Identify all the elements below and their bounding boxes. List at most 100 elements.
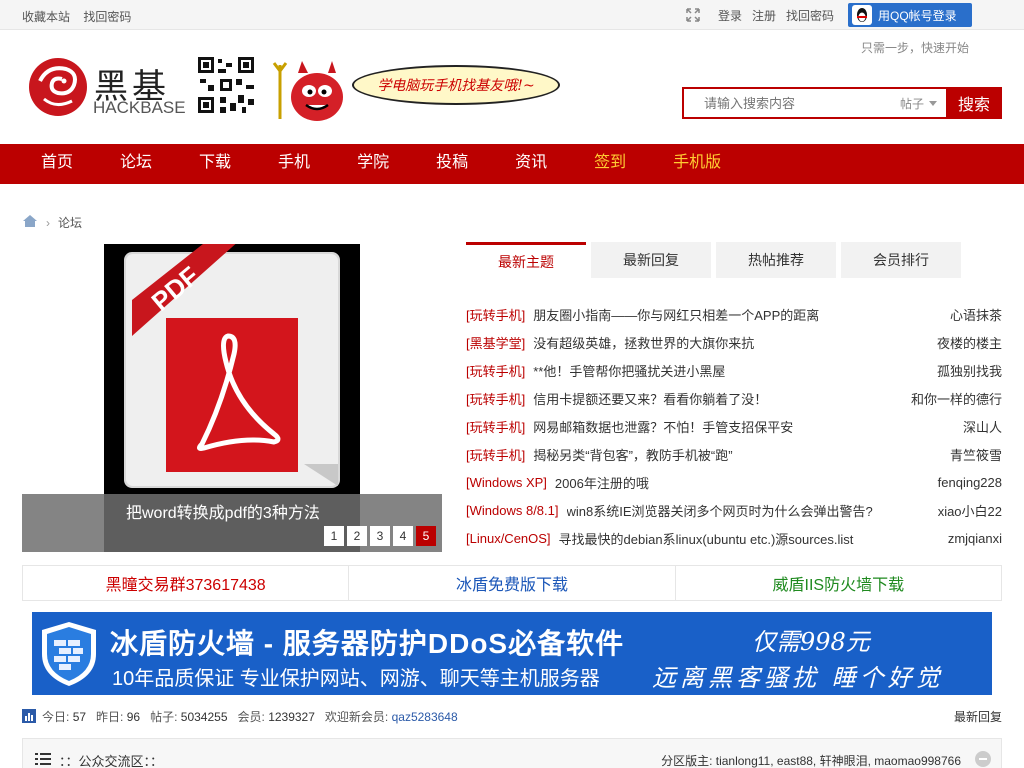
thread-title[interactable]: 网易邮箱数据也泄露？不怕！手管支招保平安 xyxy=(533,417,953,436)
thread-author[interactable]: fenqing228 xyxy=(938,475,1002,490)
slide-page-1[interactable]: 1 xyxy=(324,526,344,546)
nav-item-submit[interactable]: 投稿 xyxy=(420,144,484,184)
top-left-links: 收藏本站 找回密码 xyxy=(22,8,141,25)
qr-code-icon xyxy=(196,55,256,115)
section-title-wrap: ：：公众交流区：： xyxy=(35,751,163,768)
thread-category[interactable]: [Linux/CenOS] xyxy=(466,531,551,546)
nav-item-news[interactable]: 资讯 xyxy=(499,144,563,184)
thread-author[interactable]: 心语抹茶 xyxy=(950,305,1002,324)
stat-today: 今日: 57 xyxy=(42,708,86,725)
quick-start-hint: 只需一步，快速开始 xyxy=(860,41,969,55)
thread-author[interactable]: 夜楼的楼主 xyxy=(937,333,1002,352)
slide-caption-bar: 把word转换成pdf的3种方法 1 2 3 4 5 xyxy=(22,494,442,552)
thread-row: [玩转手机] **他！手管帮你把骚扰关进小黑屋 孤独别找我 xyxy=(466,356,1002,384)
banner-price: 仅需998元 xyxy=(752,628,870,656)
featured-slider[interactable]: PDF 把word转换成pdf的3种方法 1 2 3 4 5 xyxy=(22,244,442,552)
thread-title[interactable]: 揭秘另类“背包客”，教防手机被“跑” xyxy=(533,445,940,464)
slide-page-3[interactable]: 3 xyxy=(370,526,390,546)
bookmark-link[interactable]: 收藏本站 xyxy=(22,10,70,24)
fullscreen-icon[interactable] xyxy=(686,8,700,22)
tab-latest-replies[interactable]: 最新回复 xyxy=(591,242,711,278)
header: 黑基 HACKBASE 学电脑玩手机找基友哦!~ 只需一步，快速开始 请输入搜索… xyxy=(0,31,1024,144)
tab-hot-recommend[interactable]: 热帖推荐 xyxy=(716,242,836,278)
nav-item-forum[interactable]: 论坛 xyxy=(104,144,168,184)
thread-title[interactable]: 2006年注册的哦 xyxy=(555,473,928,492)
stat-posts-label: 帖子: xyxy=(150,709,178,724)
nav-item-home[interactable]: 首页 xyxy=(25,144,89,184)
latest-reply-link[interactable]: 最新回复 xyxy=(954,708,1002,725)
find-password-link[interactable]: 找回密码 xyxy=(786,7,834,24)
promo-link-icedun-download[interactable]: 冰盾免费版下载 xyxy=(349,566,676,600)
dragon-logo-icon xyxy=(29,58,87,116)
thread-title[interactable]: 没有超级英雄，拯救世界的大旗你来抗 xyxy=(533,333,927,352)
login-link[interactable]: 登录 xyxy=(718,7,742,24)
promo-link-trade-group[interactable]: 黑曈交易群373617438 xyxy=(23,566,350,600)
thread-title[interactable]: 信用卡提额还要又来？看看你躺着了没！ xyxy=(533,389,901,408)
thread-author[interactable]: 深山人 xyxy=(963,417,1002,436)
slide-page-4[interactable]: 4 xyxy=(393,526,413,546)
collapse-toggle-icon[interactable] xyxy=(975,751,991,767)
thread-tabs: 最新主题 最新回复 热帖推荐 会员排行 xyxy=(466,242,1002,280)
newest-member-link[interactable]: qaz5283648 xyxy=(392,710,458,724)
thread-category[interactable]: [Windows XP] xyxy=(466,475,547,490)
section-title[interactable]: ：：公众交流区：： xyxy=(59,751,163,768)
thread-category[interactable]: [玩转手机] xyxy=(466,389,525,408)
slide-page-2[interactable]: 2 xyxy=(347,526,367,546)
thread-row: [玩转手机] 网易邮箱数据也泄露？不怕！手管支招保平安 深山人 xyxy=(466,412,1002,440)
promo-link-label: 威盾IIS防火墙下载 xyxy=(772,577,905,594)
thread-author[interactable]: zmjqianxi xyxy=(948,531,1002,546)
search-type-label: 帖子 xyxy=(900,96,925,111)
promo-link-weidun-download[interactable]: 威盾IIS防火墙下载 xyxy=(676,566,1001,600)
nav-item-mobile[interactable]: 手机 xyxy=(262,144,326,184)
thread-row: [Windows 8/8.1] win8系统IE浏览器关闭多个网页时为什么会弹出警… xyxy=(466,496,1002,524)
slide-page-5[interactable]: 5 xyxy=(416,526,436,546)
tab-member-ranking[interactable]: 会员排行 xyxy=(841,242,961,278)
thread-category[interactable]: [玩转手机] xyxy=(466,361,525,380)
promo-link-label: 黑曈交易群373617438 xyxy=(105,577,266,594)
list-icon xyxy=(35,753,51,768)
search-button[interactable]: 搜索 xyxy=(946,87,1002,119)
logo-english-text: HACKBASE xyxy=(93,98,186,117)
nav-item-academy[interactable]: 学院 xyxy=(341,144,405,184)
nav-item-mobile-version[interactable]: 手机版 xyxy=(657,144,737,184)
slide-caption[interactable]: 把word转换成pdf的3种方法 xyxy=(126,499,320,523)
stat-members-label: 会员: xyxy=(237,709,265,724)
thread-row: [Windows XP] 2006年注册的哦 fenqing228 xyxy=(466,468,1002,496)
breadcrumb: › 论坛 xyxy=(22,214,82,231)
thread-category[interactable]: [玩转手机] xyxy=(466,305,525,324)
thread-title[interactable]: 朋友圈小指南——你与网红只相差一个APP的距离 xyxy=(533,305,940,324)
qq-penguin-icon xyxy=(852,5,872,25)
nav-item-checkin[interactable]: 签到 xyxy=(578,144,642,184)
thread-category[interactable]: [玩转手机] xyxy=(466,445,525,464)
site-logo[interactable]: 黑基 HACKBASE xyxy=(26,51,186,121)
thread-category[interactable]: [黑基学堂] xyxy=(466,333,525,352)
thread-author[interactable]: 孤独别找我 xyxy=(937,361,1002,380)
search-type-select[interactable]: 帖子 xyxy=(900,89,946,117)
top-right-links: 登录 注册 找回密码 xyxy=(686,0,834,30)
home-icon[interactable] xyxy=(22,214,38,231)
register-link[interactable]: 注册 xyxy=(752,7,776,24)
shield-icon xyxy=(40,620,98,688)
thread-title[interactable]: 寻找最快的debian系linux(ubuntu etc.)源sources.l… xyxy=(559,529,938,548)
stat-yesterday-label: 昨日: xyxy=(96,709,124,724)
firewall-ad-banner[interactable]: 冰盾防火墙 - 服务器防护DDoS必备软件 10年品质保证 专业保护网站、网游、… xyxy=(32,612,992,695)
thread-title[interactable]: win8系统IE浏览器关闭多个网页时为什么会弹出警告? xyxy=(567,501,928,520)
breadcrumb-current[interactable]: 论坛 xyxy=(58,214,82,231)
thread-category[interactable]: [玩转手机] xyxy=(466,417,525,436)
stat-today-value: 57 xyxy=(72,709,87,724)
thread-author[interactable]: xiao小白22 xyxy=(938,501,1002,520)
stat-posts-value: 5034255 xyxy=(180,709,228,724)
tab-latest-topics[interactable]: 最新主题 xyxy=(466,242,586,278)
thread-category[interactable]: [Windows 8/8.1] xyxy=(466,503,559,518)
slogan-bubble: 学电脑玩手机找基友哦!~ xyxy=(352,65,560,105)
nav-item-download[interactable]: 下载 xyxy=(183,144,247,184)
thread-author[interactable]: 和你一样的德行 xyxy=(911,389,1002,408)
thread-author[interactable]: 青竺筱雪 xyxy=(950,445,1002,464)
breadcrumb-separator: › xyxy=(46,215,50,230)
chevron-down-icon xyxy=(929,100,938,106)
find-password-link-left[interactable]: 找回密码 xyxy=(83,10,131,24)
stat-yesterday: 昨日: 96 xyxy=(96,708,140,725)
thread-title[interactable]: **他！手管帮你把骚扰关进小黑屋 xyxy=(533,361,927,380)
search-input[interactable] xyxy=(684,89,900,117)
qq-login-button[interactable]: 用QQ帐号登录 xyxy=(848,3,972,27)
